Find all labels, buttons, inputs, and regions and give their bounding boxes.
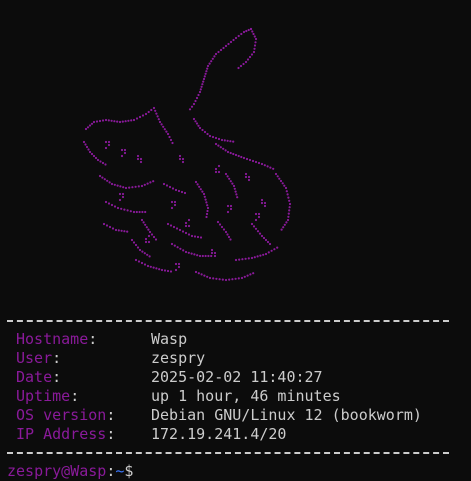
info-value-date: 2025-02-02 11:40:27 <box>151 368 323 386</box>
info-value-uptime: up 1 hour, 46 minutes <box>151 387 341 405</box>
info-value-ip-address: 172.19.241.4/20 <box>151 425 287 443</box>
info-key-user: User <box>16 349 53 367</box>
info-value-os-version: Debian GNU/Linux 12 (bookworm) <box>151 406 422 424</box>
prompt-user-host: zespry@Wasp <box>7 462 107 480</box>
info-key-date: Date <box>16 368 53 386</box>
prompt-symbol: $ <box>124 462 134 480</box>
info-key-uptime: Uptime <box>16 387 71 405</box>
shell-prompt[interactable]: zespry@Wasp:~$ <box>7 462 133 481</box>
info-value-hostname: Wasp <box>151 330 188 348</box>
bottom-separator <box>7 444 449 458</box>
info-key-ip-address: IP Address <box>16 425 107 443</box>
braille-logo-art-icon <box>82 27 292 282</box>
top-separator <box>7 312 449 326</box>
info-key-os-version: OS version <box>16 406 107 424</box>
info-value-user: zespry <box>151 349 206 367</box>
terminal-window[interactable]: Hostname: Wasp User: zespry Date: 2025-0… <box>0 0 471 480</box>
ascii-art-logo <box>76 24 306 294</box>
info-key-hostname: Hostname <box>16 330 89 348</box>
